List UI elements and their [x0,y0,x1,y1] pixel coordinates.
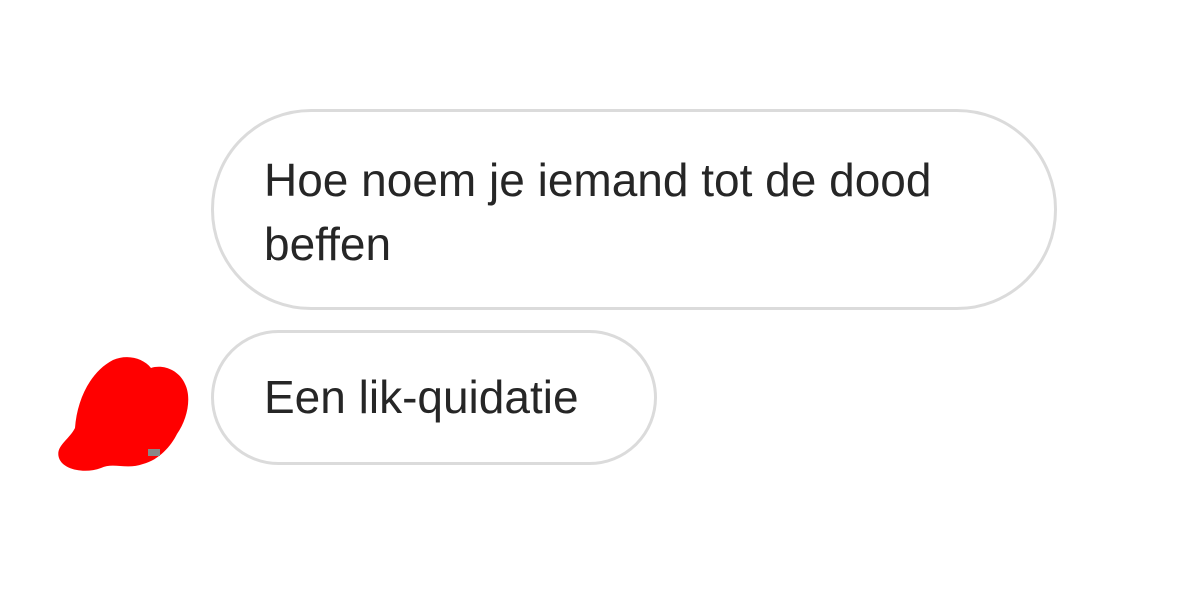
chat-thread: Hoe noem je iemand tot de dood beffen Ee… [0,0,1200,600]
message-text: Hoe noem je iemand tot de dood beffen [264,154,932,270]
redacted-avatar-icon [58,357,189,471]
message-bubble[interactable]: Een lik-quidatie [211,330,657,465]
message-bubble[interactable]: Hoe noem je iemand tot de dood beffen [211,109,1057,310]
message-text: Een lik-quidatie [264,371,579,423]
